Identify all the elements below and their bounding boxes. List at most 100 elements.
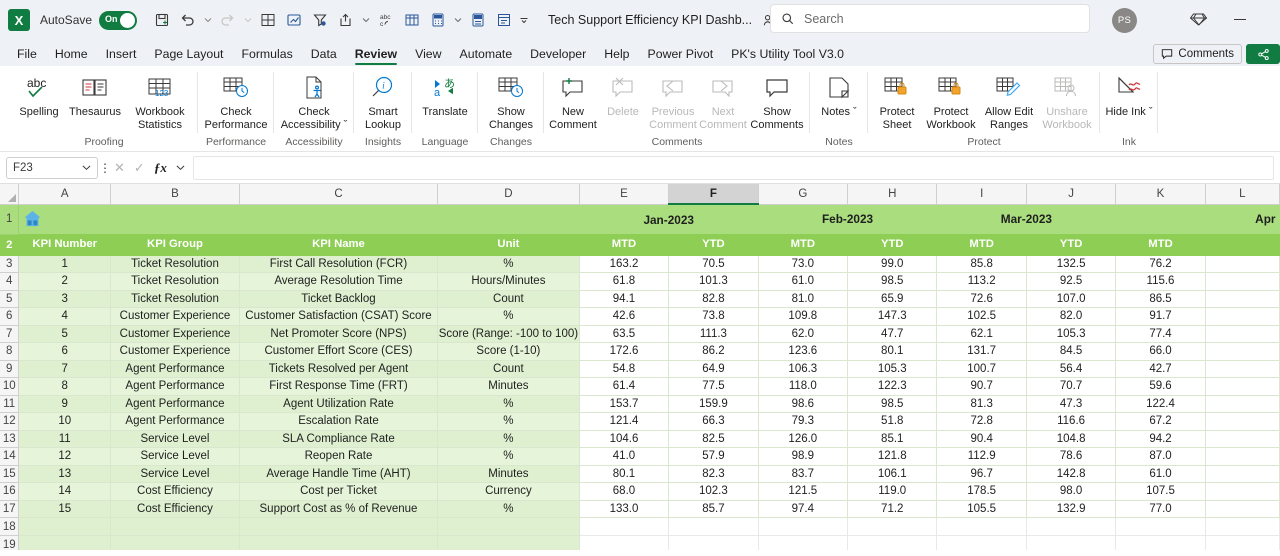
cell-i10[interactable]: 90.7 <box>936 377 1027 396</box>
cell-k14[interactable]: 87.0 <box>1115 447 1206 466</box>
notes-button[interactable]: Notes ˇ <box>814 71 864 119</box>
header-unit[interactable]: Unit <box>437 234 580 256</box>
cell-b10[interactable]: Agent Performance <box>110 377 240 396</box>
cell-i13[interactable]: 90.4 <box>936 430 1027 448</box>
cell-k6[interactable]: 91.7 <box>1115 307 1206 326</box>
check-performance-button[interactable]: Check Performance <box>202 71 270 131</box>
row-header-9[interactable]: 9 <box>0 360 20 378</box>
tab-insert[interactable]: Insert <box>97 42 146 66</box>
cell-g15[interactable]: 83.7 <box>758 465 849 483</box>
cell-g17[interactable]: 97.4 <box>758 500 849 518</box>
cell-d13[interactable]: % <box>437 430 580 448</box>
cell-l4[interactable] <box>1205 272 1280 291</box>
cell-f3[interactable]: 70.5 <box>668 255 759 273</box>
tab-power-pivot[interactable]: Power Pivot <box>639 42 723 66</box>
cell-g10[interactable]: 118.0 <box>758 377 849 396</box>
cell-l13[interactable] <box>1205 430 1280 448</box>
spelling-button[interactable]: abc Spelling <box>14 71 64 119</box>
row-header-5[interactable]: 5 <box>0 290 20 308</box>
cell-j19[interactable] <box>1026 535 1117 550</box>
hide-ink-button[interactable]: Hide Ink ˇ <box>1104 71 1154 119</box>
cell-e8[interactable]: 172.6 <box>579 342 670 361</box>
cell-b9[interactable]: Agent Performance <box>110 360 240 378</box>
cell-a1[interactable] <box>18 204 111 234</box>
insert-function-icon[interactable]: ƒx <box>154 160 167 176</box>
cell-e18[interactable] <box>579 517 670 536</box>
form-icon[interactable] <box>491 7 516 33</box>
cell-k11[interactable]: 122.4 <box>1115 395 1206 413</box>
cell-g7[interactable]: 62.0 <box>758 325 849 343</box>
cell-i6[interactable]: 102.5 <box>936 307 1027 326</box>
cell-j3[interactable]: 132.5 <box>1026 255 1117 273</box>
thesaurus-button[interactable]: Thesaurus <box>64 71 126 119</box>
cell-l14[interactable] <box>1205 447 1280 466</box>
tab-formulas[interactable]: Formulas <box>232 42 301 66</box>
cell-h19[interactable] <box>847 535 938 550</box>
cell-k15[interactable]: 61.0 <box>1115 465 1206 483</box>
cell-l18[interactable] <box>1205 517 1280 536</box>
cell-c7[interactable]: Net Promoter Score (NPS) <box>239 325 439 343</box>
chart-icon[interactable] <box>281 7 306 33</box>
table-icon[interactable] <box>399 7 424 33</box>
cell-f7[interactable]: 111.3 <box>668 325 759 343</box>
cell-l8[interactable] <box>1205 342 1280 361</box>
cell-f4[interactable]: 101.3 <box>668 272 759 291</box>
cell-c19[interactable] <box>239 535 439 550</box>
cell-b3[interactable]: Ticket Resolution <box>110 255 240 273</box>
cell-c16[interactable]: Cost per Ticket <box>239 482 439 501</box>
cell-c3[interactable]: First Call Resolution (FCR) <box>239 255 439 273</box>
cell-i4[interactable]: 113.2 <box>936 272 1027 291</box>
header-kpi-name[interactable]: KPI Name <box>239 234 439 256</box>
cell-k9[interactable]: 42.7 <box>1115 360 1206 378</box>
cell-h9[interactable]: 105.3 <box>847 360 938 378</box>
cell-c15[interactable]: Average Handle Time (AHT) <box>239 465 439 483</box>
cell-j9[interactable]: 56.4 <box>1026 360 1117 378</box>
header-mar-ytd[interactable]: YTD <box>1026 234 1117 256</box>
row-header-3[interactable]: 3 <box>0 255 20 273</box>
cell-b5[interactable]: Ticket Resolution <box>110 290 240 308</box>
calculator-dropdown-icon[interactable] <box>451 7 464 33</box>
cell-g8[interactable]: 123.6 <box>758 342 849 361</box>
formula-dropdown-icon[interactable] <box>176 163 185 172</box>
cell-k16[interactable]: 107.5 <box>1115 482 1206 501</box>
column-header-f[interactable]: F <box>668 184 759 205</box>
cell-j7[interactable]: 105.3 <box>1026 325 1117 343</box>
row-header-18[interactable]: 18 <box>0 517 20 536</box>
cell-a15[interactable]: 13 <box>18 465 111 483</box>
cell-l6[interactable] <box>1205 307 1280 326</box>
cell-j13[interactable]: 104.8 <box>1026 430 1117 448</box>
column-header-k[interactable]: K <box>1115 184 1206 205</box>
cell-g12[interactable]: 79.3 <box>758 412 849 431</box>
cell-k7[interactable]: 77.4 <box>1115 325 1206 343</box>
cell-k12[interactable]: 67.2 <box>1115 412 1206 431</box>
redo-dropdown-icon[interactable] <box>241 7 254 33</box>
cell-i5[interactable]: 72.6 <box>936 290 1027 308</box>
workbook-statistics-button[interactable]: 123 Workbook Statistics <box>126 71 194 131</box>
cell-d16[interactable]: Currency <box>437 482 580 501</box>
cell-j12[interactable]: 116.6 <box>1026 412 1117 431</box>
check-accessibility-button[interactable]: Check Accessibility ˇ <box>278 71 350 131</box>
cell-f12[interactable]: 66.3 <box>668 412 759 431</box>
cell-e15[interactable]: 80.1 <box>579 465 670 483</box>
header-feb-ytd[interactable]: YTD <box>847 234 938 256</box>
cell-l12[interactable] <box>1205 412 1280 431</box>
month-banner-apr[interactable]: Apr <box>1115 204 1280 234</box>
row-header-12[interactable]: 12 <box>0 412 20 431</box>
cell-l19[interactable] <box>1205 535 1280 550</box>
column-header-c[interactable]: C <box>239 184 439 205</box>
tab-data[interactable]: Data <box>302 42 346 66</box>
cell-c4[interactable]: Average Resolution Time <box>239 272 439 291</box>
minimize-button[interactable] <box>1228 12 1254 26</box>
share-export-icon[interactable] <box>333 7 358 33</box>
cell-h4[interactable]: 98.5 <box>847 272 938 291</box>
row-header-11[interactable]: 11 <box>0 395 20 413</box>
column-header-i[interactable]: I <box>936 184 1027 205</box>
header-kpi-number[interactable]: KPI Number <box>18 234 111 256</box>
column-header-a[interactable]: A <box>18 184 111 205</box>
cell-g3[interactable]: 73.0 <box>758 255 849 273</box>
cell-f11[interactable]: 159.9 <box>668 395 759 413</box>
cell-a14[interactable]: 12 <box>18 447 111 466</box>
cell-c10[interactable]: First Response Time (FRT) <box>239 377 439 396</box>
cell-i19[interactable] <box>936 535 1027 550</box>
cell-a16[interactable]: 14 <box>18 482 111 501</box>
